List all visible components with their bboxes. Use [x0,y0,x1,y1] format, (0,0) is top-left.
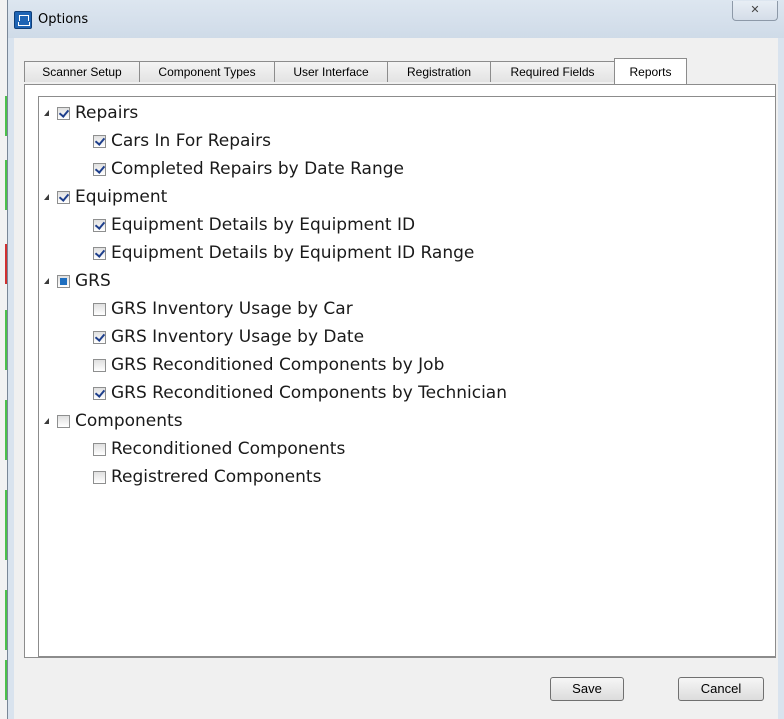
tree-node-label: Registrered Components [111,467,322,487]
tab-user-interface[interactable]: User Interface [274,61,388,82]
completed-repairs-checkbox[interactable] [93,163,106,176]
save-button[interactable]: Save [550,677,624,701]
tree-node-label: GRS [75,271,111,291]
tab-required-fields[interactable]: Required Fields [490,61,615,82]
tree-node-label: GRS Inventory Usage by Car [111,299,353,319]
grs-recon-technician-checkbox[interactable] [93,387,106,400]
collapse-arrow-icon[interactable] [44,110,49,116]
grs-recon-job-checkbox[interactable] [93,359,106,372]
grs-checkbox[interactable] [57,275,70,288]
options-window: Options ✕ Scanner Setup Component Types … [7,0,784,719]
tree-node-label: Components [75,411,183,431]
tab-registration[interactable]: Registration [387,61,491,82]
title-bar[interactable]: Options ✕ [8,0,784,38]
app-icon [14,11,32,29]
cars-in-for-repairs-checkbox[interactable] [93,135,106,148]
registrered-components-checkbox[interactable] [93,471,106,484]
collapse-arrow-icon[interactable] [44,418,49,424]
reports-tree[interactable]: Repairs Cars In For Repairs Completed Re… [38,96,776,657]
collapse-arrow-icon[interactable] [44,278,49,284]
reconditioned-components-checkbox[interactable] [93,443,106,456]
collapse-arrow-icon[interactable] [44,194,49,200]
grs-usage-car-checkbox[interactable] [93,303,106,316]
tree-node-label: Repairs [75,103,139,123]
close-button[interactable]: ✕ [732,1,778,21]
dialog-client: Scanner Setup Component Types User Inter… [8,38,784,719]
tree-node-label: Cars In For Repairs [111,131,271,151]
dialog-footer: Save Cancel [24,668,776,713]
grs-usage-date-checkbox[interactable] [93,331,106,344]
tree-node-label: GRS Inventory Usage by Date [111,327,365,347]
cancel-button[interactable]: Cancel [678,677,764,701]
repairs-checkbox[interactable] [57,107,70,120]
equipment-details-id-checkbox[interactable] [93,219,106,232]
tab-reports[interactable]: Reports [614,58,687,84]
tab-scanner-setup[interactable]: Scanner Setup [24,61,140,82]
tab-component-types[interactable]: Component Types [139,61,275,82]
tree-node-label: Equipment Details by Equipment ID [111,215,416,235]
tree-node-label: GRS Reconditioned Components by Technici… [111,383,507,403]
equipment-checkbox[interactable] [57,191,70,204]
tree-node-label: Completed Repairs by Date Range [111,159,404,179]
tree-node-label: GRS Reconditioned Components by Job [111,355,445,375]
tree-node-label: Reconditioned Components [111,439,346,459]
tree-node-label: Equipment Details by Equipment ID Range [111,243,475,263]
window-title: Options [38,12,89,27]
reports-panel: Repairs Cars In For Repairs Completed Re… [24,84,776,658]
tree-node-label: Equipment [75,187,168,207]
components-checkbox[interactable] [57,415,70,428]
equipment-details-id-range-checkbox[interactable] [93,247,106,260]
